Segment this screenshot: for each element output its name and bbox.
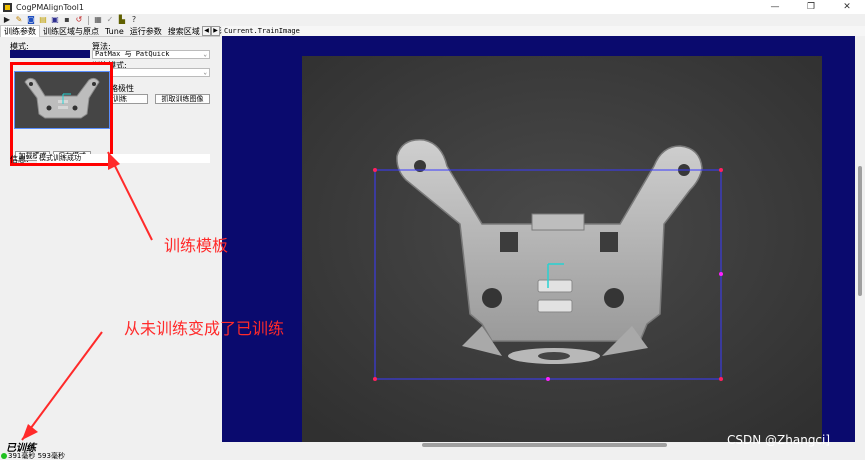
info-label: 信息: xyxy=(10,155,29,164)
app-icon xyxy=(3,2,12,12)
tab-scroll-right-icon[interactable]: ▶ xyxy=(211,26,220,36)
status-led-icon xyxy=(1,453,7,459)
annotation-trained-status: 从未训练变成了已训练 xyxy=(124,319,285,338)
horizontal-scroll-thumb[interactable] xyxy=(422,443,667,447)
annotation-train-template: 训练模板 xyxy=(164,236,229,255)
tab-scroll-left-icon[interactable]: ◀ xyxy=(202,26,211,36)
window-titlebar: CogPMAlignTool1 — ❐ ✕ xyxy=(0,0,865,14)
status-bar: 391毫秒 593毫秒 xyxy=(0,452,865,460)
pattern-preview-highlight: 加载模式 保存模式 xyxy=(10,62,113,166)
help-icon[interactable]: ? xyxy=(129,15,139,25)
maximize-button[interactable]: ❐ xyxy=(793,0,829,14)
chart-icon[interactable]: ▙ xyxy=(117,15,127,25)
close-button[interactable]: ✕ xyxy=(829,0,865,14)
train-image xyxy=(302,56,822,442)
train-image-graphic xyxy=(302,56,822,442)
tab-tune[interactable]: Tune xyxy=(102,26,127,37)
toolbar: ▶ ✎ ◙ ▤ ▣ ▪ ↺ ▦ ✓ ▙? xyxy=(0,14,865,26)
image-display: Current.TrainImage xyxy=(222,26,865,442)
toolbar-separator xyxy=(88,15,89,25)
algorithm-value: PatMax 与 PatQuick xyxy=(95,50,170,58)
info-value: 模式训练成功 xyxy=(39,154,81,162)
floppy-icon[interactable]: ▪ xyxy=(62,15,72,25)
watermark: CSDN @Zhangci] xyxy=(727,433,831,447)
window-title: CogPMAlignTool1 xyxy=(16,2,84,12)
algorithm-select[interactable]: PatMax 与 PatQuick ⌄ xyxy=(92,50,210,59)
pattern-thumbnail-graphic xyxy=(15,72,109,128)
window-controls: — ❐ ✕ xyxy=(757,0,865,14)
tab-scroll-arrows: ◀ ▶ xyxy=(202,26,220,36)
camera-icon[interactable]: ◙ xyxy=(26,15,36,25)
save-icon[interactable]: ▣ xyxy=(50,15,60,25)
vertical-scroll-thumb[interactable] xyxy=(858,166,862,296)
pattern-thumbnail xyxy=(14,71,110,129)
tab-search-region[interactable]: 搜索区域 xyxy=(165,26,203,37)
edit-icon[interactable]: ✎ xyxy=(14,15,24,25)
tab-strip: 训练参数 训练区域与原点 Tune 运行参数 搜索区域 图形 ◀ ▶ xyxy=(0,25,222,37)
vertical-scrollbar[interactable] xyxy=(855,36,865,442)
image-title: Current.TrainImage xyxy=(222,26,865,36)
minimize-button[interactable]: — xyxy=(757,0,793,14)
tab-run-params[interactable]: 运行参数 xyxy=(127,26,165,37)
chevron-down-icon: ⌄ xyxy=(203,51,207,58)
mode-selector[interactable] xyxy=(10,50,90,58)
check-icon[interactable]: ✓ xyxy=(105,15,115,25)
run-icon[interactable]: ▶ xyxy=(2,15,12,25)
grab-train-image-button[interactable]: 抓取训练图像 xyxy=(155,94,210,104)
status-timing: 391毫秒 593毫秒 xyxy=(8,452,65,460)
tab-train-region-origin[interactable]: 训练区域与原点 xyxy=(40,26,102,37)
tab-train-params[interactable]: 训练参数 xyxy=(0,25,40,37)
grid-icon[interactable]: ▦ xyxy=(93,15,103,25)
image-canvas[interactable] xyxy=(222,36,855,442)
chevron-down-icon: ⌄ xyxy=(203,69,207,76)
info-field: 模式训练成功 xyxy=(37,154,210,163)
open-folder-icon[interactable]: ▤ xyxy=(38,15,48,25)
reset-icon[interactable]: ↺ xyxy=(74,15,84,25)
